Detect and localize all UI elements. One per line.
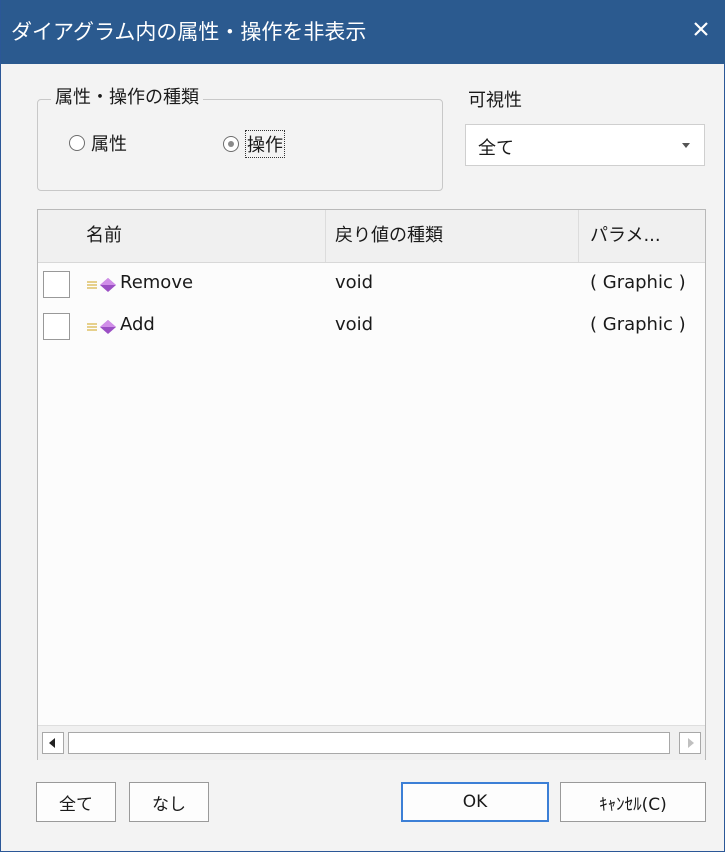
select-all-button[interactable]: 全て	[36, 782, 116, 822]
row-name: Add	[120, 314, 155, 335]
radio-operation-circle[interactable]	[223, 136, 239, 152]
ok-button[interactable]: OK	[401, 782, 549, 822]
scrollbar-thumb[interactable]	[68, 732, 670, 754]
column-separator[interactable]	[578, 210, 579, 262]
row-return-type: void	[335, 314, 374, 335]
radio-attribute-label: 属性	[91, 134, 127, 155]
visibility-label: 可視性	[468, 90, 522, 111]
row-return-type: void	[335, 272, 374, 293]
column-header-parameters[interactable]: パラメ...	[590, 210, 661, 262]
kind-group-legend: 属性・操作の種類	[51, 83, 203, 109]
radio-attribute[interactable]: 属性	[69, 130, 127, 156]
select-all-label: 全て	[59, 794, 93, 815]
radio-operation[interactable]: 操作	[223, 130, 285, 158]
row-name: Remove	[120, 272, 194, 293]
select-none-label: なし	[152, 794, 186, 815]
operation-icon	[87, 278, 116, 292]
column-separator[interactable]	[325, 210, 326, 262]
table-row[interactable]: Add void ( Graphic )	[38, 306, 705, 348]
column-header-return-type[interactable]: 戻り値の種類	[335, 210, 443, 262]
hide-attributes-dialog: ダイアグラム内の属性・操作を非表示 属性・操作の種類 属性 操作 可視性 全て …	[0, 0, 725, 852]
ok-label: OK	[462, 792, 488, 812]
row-parameters: ( Graphic )	[590, 272, 686, 293]
select-none-button[interactable]: なし	[129, 782, 209, 822]
title-bar: ダイアグラム内の属性・操作を非表示	[1, 0, 725, 64]
row-checkbox[interactable]	[43, 271, 70, 298]
table-row[interactable]: Remove void ( Graphic )	[38, 264, 705, 306]
scroll-right-icon[interactable]	[679, 732, 701, 754]
scroll-left-icon[interactable]	[42, 732, 64, 754]
visibility-selected-value: 全て	[478, 138, 514, 159]
close-icon[interactable]	[690, 18, 712, 40]
radio-operation-label: 操作	[245, 130, 285, 158]
horizontal-scrollbar[interactable]	[38, 725, 705, 760]
column-header-name[interactable]: 名前	[86, 210, 122, 262]
dialog-title: ダイアグラム内の属性・操作を非表示	[11, 20, 367, 44]
operations-list: 名前 戻り値の種類 パラメ... Remove void ( Graphic )	[37, 209, 706, 760]
radio-attribute-circle[interactable]	[69, 135, 85, 151]
row-parameters: ( Graphic )	[590, 314, 686, 335]
visibility-select[interactable]: 全て	[465, 124, 705, 166]
list-header: 名前 戻り値の種類 パラメ...	[38, 210, 705, 263]
chevron-down-icon[interactable]	[682, 143, 690, 148]
cancel-label: ｷｬﾝｾﾙ(C)	[599, 794, 667, 815]
operation-icon	[87, 320, 116, 334]
cancel-button[interactable]: ｷｬﾝｾﾙ(C)	[560, 782, 706, 822]
row-checkbox[interactable]	[43, 313, 70, 340]
